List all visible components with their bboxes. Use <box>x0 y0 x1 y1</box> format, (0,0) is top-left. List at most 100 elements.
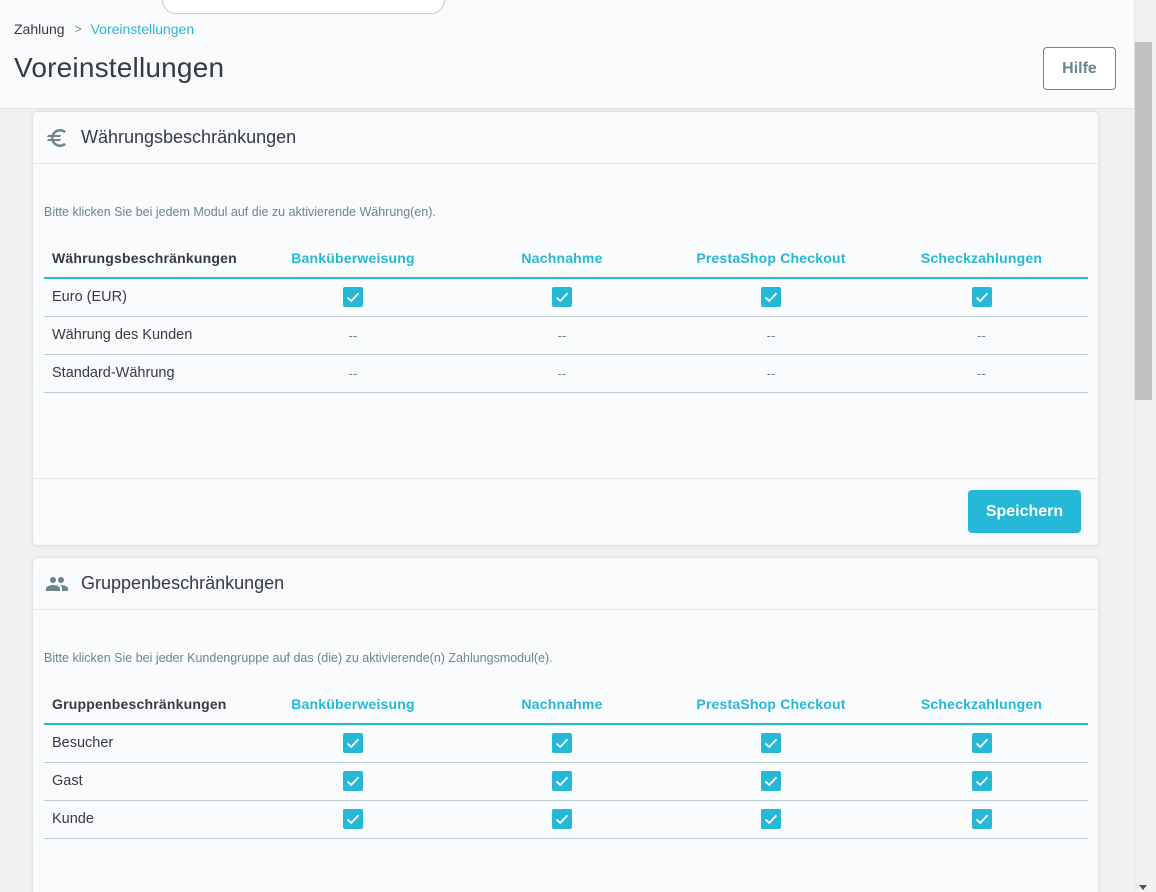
checkbox-cell <box>875 800 1088 839</box>
row-label: Gast <box>44 762 249 801</box>
checkbox-cell <box>249 762 457 801</box>
checkbox-cell <box>457 800 667 839</box>
empty-cell: -- <box>875 316 1088 355</box>
table-row: Gast <box>44 762 1088 801</box>
currency-restrictions-table: Währungsbeschränkungen Banküberweisung Nac… <box>44 239 1088 393</box>
search-input[interactable] <box>162 0 445 14</box>
people-icon <box>45 572 69 596</box>
column-header-prestashop-checkout: PrestaShop Checkout <box>667 239 875 279</box>
checkmark-icon <box>764 776 778 787</box>
checkbox-checked[interactable] <box>971 733 992 754</box>
card-description: Bitte klicken Sie bei jedem Modul auf di… <box>44 205 436 219</box>
checkbox-checked[interactable] <box>343 287 363 308</box>
row-label: Standard-Währung <box>44 354 249 393</box>
column-header-scheckzahlungen: Scheckzahlungen <box>875 685 1088 725</box>
checkmark-icon <box>975 292 988 303</box>
empty-cell: -- <box>875 354 1088 393</box>
checkmark-icon <box>975 738 988 749</box>
empty-cell: -- <box>249 316 457 355</box>
page-title: Voreinstellungen <box>14 52 225 83</box>
checkbox-checked[interactable] <box>971 287 992 308</box>
checkbox-cell <box>249 800 457 839</box>
card-description: Bitte klicken Sie bei jeder Kundengruppe… <box>44 651 553 665</box>
checkbox-cell <box>667 724 875 763</box>
checkmark-icon <box>346 776 360 787</box>
empty-cell: -- <box>249 354 457 393</box>
checkbox-checked[interactable] <box>552 287 572 308</box>
checkbox-cell <box>249 724 457 763</box>
checkbox-cell <box>249 278 457 317</box>
column-header-gruppenbeschränkungen: Gruppenbeschränkungen <box>44 685 249 725</box>
breadcrumb-current[interactable]: Voreinstellungen <box>91 21 195 37</box>
card-title: Währungsbeschränkungen <box>81 127 297 147</box>
checkmark-icon <box>346 814 360 825</box>
checkbox-checked[interactable] <box>761 733 781 754</box>
empty-cell: -- <box>667 316 875 355</box>
column-header-währungsbeschränkungen: Währungsbeschränkungen <box>44 239 249 279</box>
checkbox-checked[interactable] <box>343 733 363 754</box>
checkbox-checked[interactable] <box>761 771 781 791</box>
checkbox-checked[interactable] <box>552 733 572 754</box>
table-row: Besucher <box>44 724 1088 763</box>
card-footer: Speichern <box>33 478 1098 545</box>
checkmark-icon <box>555 814 569 825</box>
scroll-down-arrow-icon[interactable] <box>1139 885 1147 890</box>
table-row: Standard-Währung -- -- -- -- <box>44 354 1088 393</box>
row-label: Euro (EUR) <box>44 278 249 317</box>
column-header-scheckzahlungen: Scheckzahlungen <box>875 239 1088 279</box>
checkbox-cell <box>457 762 667 801</box>
checkbox-cell <box>457 278 667 317</box>
checkmark-icon <box>764 292 778 303</box>
checkbox-checked[interactable] <box>552 771 572 791</box>
checkbox-checked[interactable] <box>552 809 572 829</box>
table-row: Kunde <box>44 800 1088 839</box>
row-label: Besucher <box>44 724 249 763</box>
checkmark-icon <box>764 738 778 749</box>
checkbox-cell <box>667 800 875 839</box>
breadcrumb-separator: > <box>74 22 82 36</box>
row-label: Währung des Kunden <box>44 316 249 355</box>
checkmark-icon <box>555 292 569 303</box>
checkmark-icon <box>764 814 778 825</box>
table-row: Euro (EUR) <box>44 278 1088 317</box>
card-header: Gruppenbeschränkungen <box>33 558 1098 610</box>
scrollbar-thumb[interactable] <box>1135 42 1152 400</box>
column-header-prestashop-checkout: PrestaShop Checkout <box>667 685 875 725</box>
checkbox-checked[interactable] <box>971 809 992 829</box>
checkbox-checked[interactable] <box>761 809 781 829</box>
group-restrictions-table: Gruppenbeschränkungen Banküberweisung Nach… <box>44 685 1088 839</box>
checkmark-icon <box>555 738 569 749</box>
help-button[interactable]: Hilfe <box>1043 47 1116 90</box>
checkbox-cell <box>457 724 667 763</box>
card-title: Gruppenbeschränkungen <box>81 573 285 593</box>
breadcrumb-parent[interactable]: Zahlung <box>14 21 65 37</box>
column-header-banküberweisung: Banküberweisung <box>249 239 457 279</box>
checkmark-icon <box>555 776 569 787</box>
checkbox-cell <box>875 762 1088 801</box>
checkbox-checked[interactable] <box>343 771 363 791</box>
checkbox-checked[interactable] <box>343 809 363 829</box>
checkbox-checked[interactable] <box>761 287 781 308</box>
table-header-row: Währungsbeschränkungen Banküberweisung Nac… <box>44 239 1088 279</box>
checkmark-icon <box>975 814 988 825</box>
empty-cell: -- <box>667 354 875 393</box>
table-header-row: Gruppenbeschränkungen Banküberweisung Nach… <box>44 685 1088 725</box>
card-header: Währungsbeschränkungen <box>33 112 1098 164</box>
checkmark-icon <box>346 292 360 303</box>
checkbox-cell <box>667 762 875 801</box>
save-button[interactable]: Speichern <box>968 490 1081 533</box>
checkbox-cell <box>667 278 875 317</box>
currency-restrictions-card: Währungsbeschränkungen Bitte klicken Sie… <box>32 111 1099 546</box>
checkmark-icon <box>975 776 988 787</box>
column-header-banküberweisung: Banküberweisung <box>249 685 457 725</box>
checkbox-checked[interactable] <box>971 771 992 791</box>
column-header-nachnahme: Nachnahme <box>457 685 667 725</box>
breadcrumb: Zahlung > Voreinstellungen <box>14 21 194 37</box>
group-restrictions-card: Gruppenbeschränkungen Bitte klicken Sie … <box>32 557 1099 892</box>
row-label: Kunde <box>44 800 249 839</box>
table-row: Währung des Kunden -- -- -- -- <box>44 316 1088 355</box>
euro-icon <box>45 126 69 150</box>
checkbox-cell <box>875 724 1088 763</box>
column-header-nachnahme: Nachnahme <box>457 239 667 279</box>
checkbox-cell <box>875 278 1088 317</box>
